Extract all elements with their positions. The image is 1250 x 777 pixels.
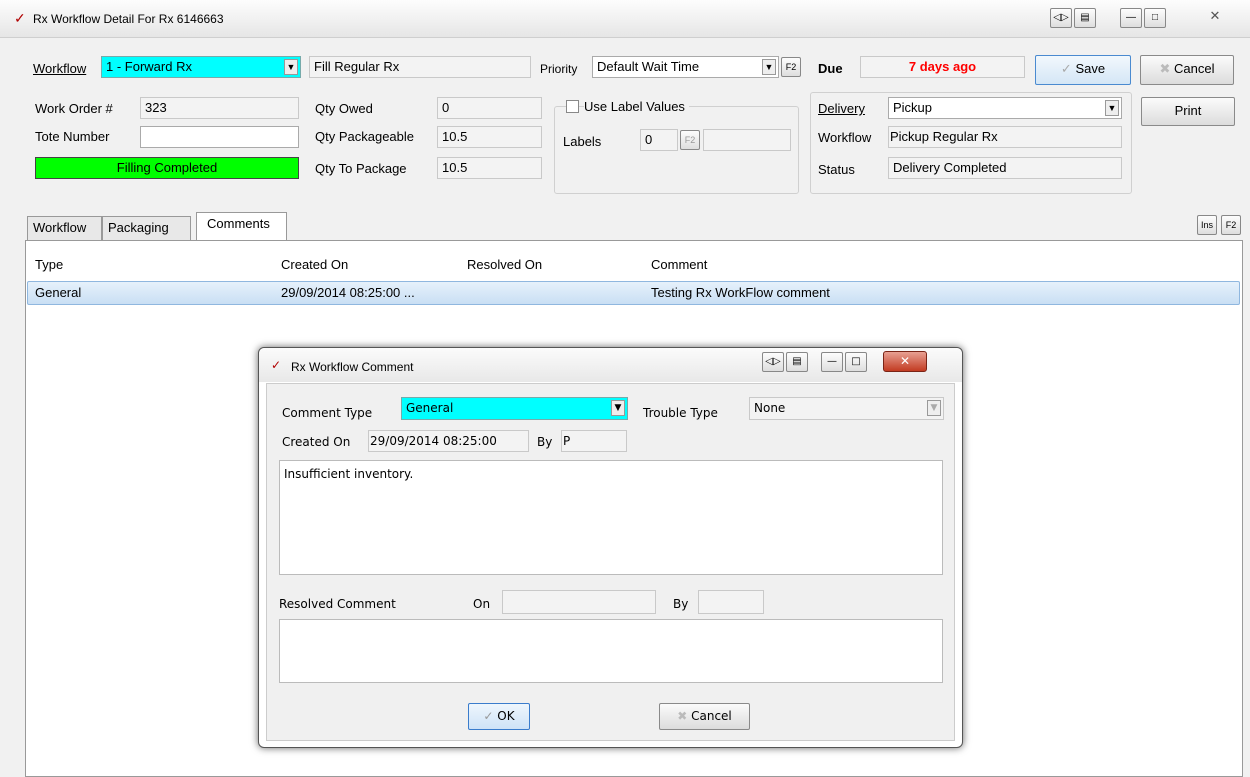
cancel-button[interactable]: ✖ Cancel (1140, 55, 1234, 85)
priority-select[interactable]: Default Wait Time ▼ (592, 56, 779, 78)
use-label-values-checkbox[interactable] (566, 100, 579, 113)
column-header-comment[interactable]: Comment (651, 255, 707, 275)
detach-icon[interactable]: ▤ (1074, 8, 1096, 28)
filling-status-bar: Filling Completed (35, 157, 299, 179)
use-label-values-label: Use Label Values (584, 99, 689, 115)
chevron-down-icon[interactable]: ▼ (927, 400, 941, 416)
grid-header: Type Created On Resolved On Comment (26, 241, 1242, 279)
fill-type-field: Fill Regular Rx (309, 56, 531, 78)
minimize-icon[interactable]: — (1120, 8, 1142, 28)
resolved-by-field (698, 590, 764, 614)
work-order-field: 323 (140, 97, 299, 119)
dialog-title-bar: ✓ Rx Workflow Comment ◁▷ ▤ — □ ✕ (259, 348, 962, 382)
resolved-comment-textarea[interactable] (279, 619, 943, 683)
title-bar: ✓ Rx Workflow Detail For Rx 6146663 ◁▷ ▤… (0, 0, 1250, 38)
cancel-x-icon: ✖ (1159, 61, 1171, 76)
checkmark-icon: ✓ (1060, 61, 1072, 76)
tote-number-input[interactable] (140, 126, 299, 148)
cell-comment: Testing Rx WorkFlow comment (651, 285, 830, 300)
due-label: Due (818, 61, 843, 76)
qty-owed-label: Qty Owed (315, 101, 373, 116)
resolved-on-label: On (473, 597, 491, 611)
tab-f2-button[interactable]: F2 (1221, 215, 1241, 235)
trouble-type-select[interactable]: None ▼ (749, 397, 944, 420)
comment-type-select[interactable]: General ▼ (401, 397, 628, 420)
minimize-icon[interactable]: — (821, 352, 843, 372)
tab-packaging[interactable]: Packaging (102, 216, 191, 240)
priority-f2-button[interactable]: F2 (781, 57, 801, 77)
dialog-cancel-button[interactable]: ✖ Cancel (659, 703, 750, 730)
column-header-resolved-on[interactable]: Resolved On (467, 255, 542, 275)
labels-field: 0 (640, 129, 678, 151)
created-by-label: By (537, 435, 553, 449)
resolved-by-label: By (673, 597, 689, 611)
app-logo-icon: ✓ (14, 10, 26, 26)
insert-button[interactable]: Ins (1197, 215, 1217, 235)
comment-type-label: Comment Type (282, 406, 373, 420)
status-label: Status (818, 162, 855, 177)
column-header-type[interactable]: Type (35, 255, 63, 275)
tote-number-label: Tote Number (35, 129, 110, 144)
status-field: Delivery Completed (888, 157, 1122, 179)
resolved-comment-label: Resolved Comment (279, 597, 396, 611)
cell-type: General (35, 285, 82, 300)
close-icon[interactable]: ✕ (883, 351, 927, 372)
due-field: 7 days ago (860, 56, 1025, 78)
labels-f2-button[interactable]: F2 (680, 130, 700, 150)
delivery-workflow-field: Pickup Regular Rx (888, 126, 1122, 148)
chevron-down-icon[interactable]: ▼ (284, 59, 298, 75)
cancel-x-icon: ✖ (677, 709, 688, 723)
window-title: Rx Workflow Detail For Rx 6146663 (33, 12, 224, 26)
close-icon[interactable]: ✕ (1204, 8, 1226, 28)
maximize-icon[interactable]: □ (845, 352, 867, 372)
dock-icon[interactable]: ◁▷ (1050, 8, 1072, 28)
qty-packageable-label: Qty Packageable (315, 129, 415, 144)
print-button[interactable]: Print (1141, 97, 1235, 126)
dialog-title: Rx Workflow Comment (291, 360, 414, 374)
trouble-type-label: Trouble Type (643, 406, 718, 420)
comment-textarea[interactable]: Insufficient inventory. (279, 460, 943, 575)
app-logo-icon: ✓ (271, 358, 282, 372)
tab-comments[interactable]: Comments (196, 212, 287, 241)
tab-workflow[interactable]: Workflow (27, 216, 102, 240)
dialog-body: Comment Type General ▼ Trouble Type None… (266, 383, 955, 741)
created-on-label: Created On (282, 435, 351, 449)
table-row[interactable]: General 29/09/2014 08:25:00 ... Testing … (27, 281, 1240, 305)
chevron-down-icon[interactable]: ▼ (611, 400, 625, 416)
qty-to-package-field: 10.5 (437, 157, 542, 179)
labels-extra-field (703, 129, 791, 151)
qty-owed-field: 0 (437, 97, 542, 119)
checkmark-icon: ✓ (483, 709, 494, 723)
chevron-down-icon[interactable]: ▼ (762, 59, 776, 75)
resolved-on-field (502, 590, 656, 614)
qty-to-package-label: Qty To Package (315, 161, 407, 176)
column-header-created-on[interactable]: Created On (281, 255, 348, 275)
workflow-select[interactable]: 1 - Forward Rx ▼ (101, 56, 301, 78)
labels-label: Labels (563, 134, 602, 149)
created-by-field: P (561, 430, 627, 452)
comment-dialog: ✓ Rx Workflow Comment ◁▷ ▤ — □ ✕ Comment… (258, 347, 963, 748)
priority-label: Priority (540, 62, 578, 76)
workflow-label: Workflow (33, 61, 87, 76)
dock-icon[interactable]: ◁▷ (762, 352, 784, 372)
work-order-label: Work Order # (35, 101, 113, 116)
detach-icon[interactable]: ▤ (786, 352, 808, 372)
save-button[interactable]: ✓ Save (1035, 55, 1131, 85)
delivery-workflow-label: Workflow (818, 130, 872, 145)
maximize-icon[interactable]: □ (1144, 8, 1166, 28)
ok-button[interactable]: ✓ OK (468, 703, 530, 730)
delivery-select[interactable]: Pickup ▼ (888, 97, 1122, 119)
qty-packageable-field: 10.5 (437, 126, 542, 148)
cell-created-on: 29/09/2014 08:25:00 ... (281, 285, 415, 300)
chevron-down-icon[interactable]: ▼ (1105, 100, 1119, 116)
created-on-field: 29/09/2014 08:25:00 (368, 430, 529, 452)
delivery-label: Delivery (818, 101, 865, 116)
